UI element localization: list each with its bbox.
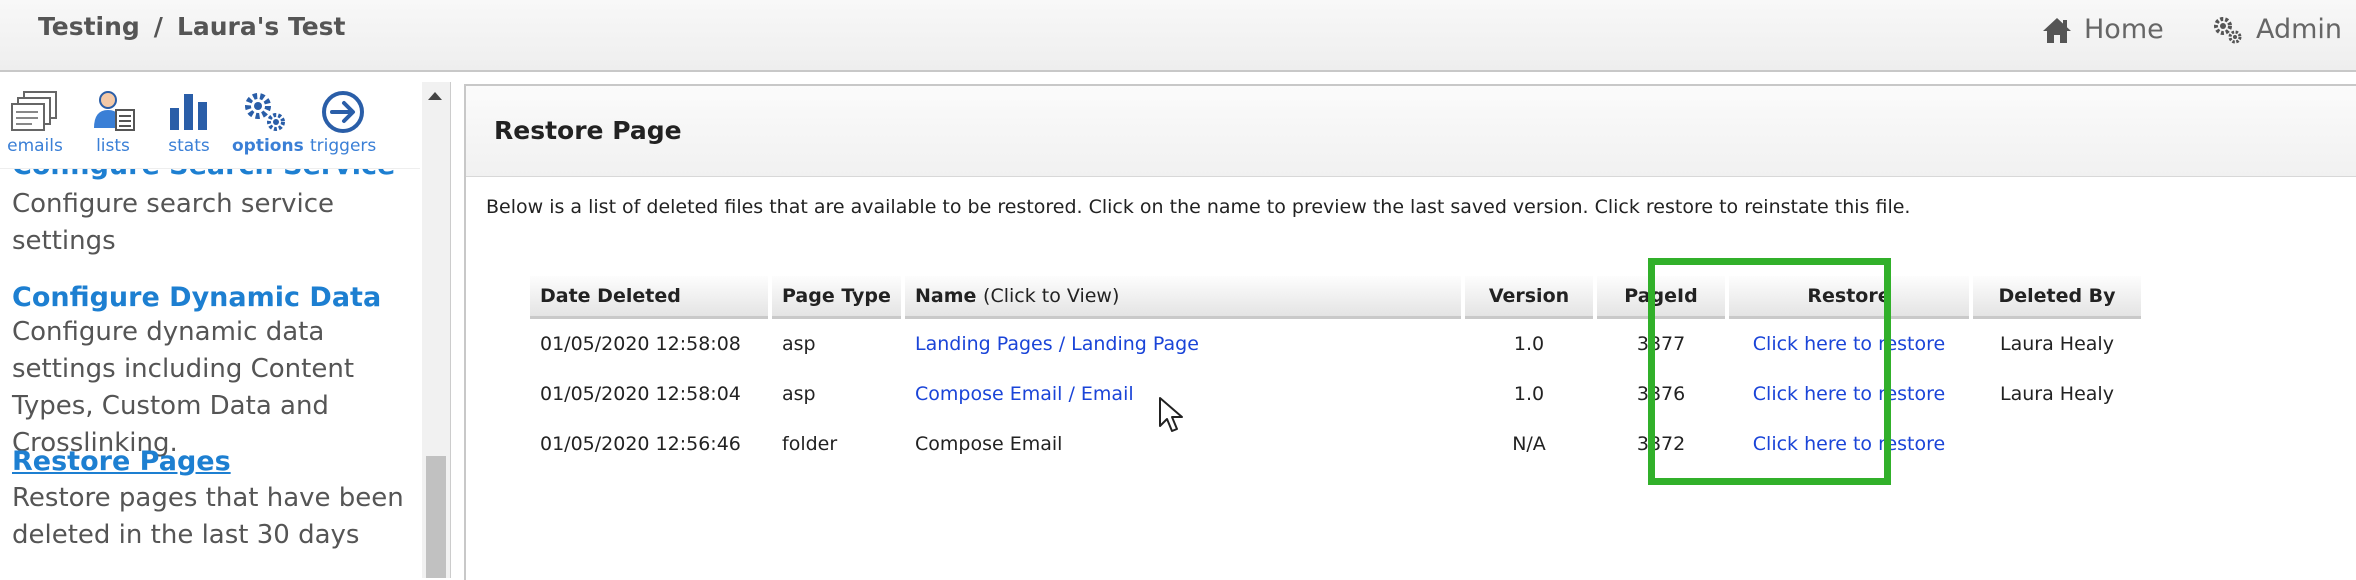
panel-header: Restore Page (466, 86, 2356, 177)
cell-version: 1.0 (1513, 333, 1545, 355)
mouse-cursor-icon (1159, 397, 1183, 432)
tool-label: lists (96, 136, 130, 156)
tool-triggers[interactable]: triggers (310, 90, 376, 156)
sidebar-item-restore-pages[interactable]: Restore Pages (12, 446, 231, 477)
cell-pageid: 3877 (1636, 333, 1686, 355)
gear-icon (245, 93, 285, 131)
deleted-files-table: Date Deleted Page Type Name (Click to Vi… (526, 276, 2145, 469)
admin-label: Admin (2256, 14, 2343, 45)
col-date-deleted: Date Deleted (530, 276, 768, 319)
cell-type: asp (782, 333, 816, 355)
tool-emails[interactable]: emails (2, 90, 68, 156)
col-page-type: Page Type (772, 276, 901, 319)
cell-pageid: 3876 (1636, 383, 1686, 405)
cell-restore: Click here to restore (1729, 419, 1969, 469)
gears-icon (2214, 16, 2242, 43)
cell-name: Landing Pages / Landing Page (905, 319, 1461, 369)
cell-deleted-by: Laura Healy (2000, 333, 2114, 355)
intro-text: Below is a list of deleted files that ar… (486, 196, 1911, 218)
col-name-label: Name (915, 285, 977, 307)
breadcrumb-item-current[interactable]: Laura's Test (177, 12, 346, 41)
scroll-thumb[interactable] (426, 456, 446, 578)
home-link[interactable]: Home (2042, 14, 2164, 45)
lists-icon (94, 91, 135, 131)
cell-restore: Click here to restore (1729, 369, 1969, 419)
sidebar-item-configure-dynamic-data[interactable]: Configure Dynamic Data (12, 282, 381, 313)
col-restore: Restore (1729, 276, 1969, 319)
sidebar-item-desc: Configure search service settings (12, 189, 335, 256)
restore-link[interactable]: Click here to restore (1753, 333, 1945, 355)
tool-label: stats (168, 136, 210, 156)
cell-deleted-by (1973, 419, 2141, 469)
sidebar-scrollbar[interactable] (422, 82, 450, 578)
main-panel: Restore Page Below is a list of deleted … (464, 84, 2356, 580)
tool-label: emails (7, 136, 63, 156)
table-row: 01/05/2020 12:58:04 asp Compose Email / … (530, 369, 2141, 419)
cell-deleted-by: Laura Healy (2000, 383, 2114, 405)
cell-type: asp (782, 383, 816, 405)
cell-date: 01/05/2020 12:56:46 (540, 433, 741, 455)
tool-label: triggers (310, 136, 377, 156)
col-version: Version (1465, 276, 1593, 319)
cell-pageid: 3872 (1636, 433, 1686, 455)
breadcrumb-separator: / (153, 12, 163, 41)
cell-version: 1.0 (1513, 383, 1545, 405)
col-deleted-by: Deleted By (1973, 276, 2141, 319)
cell-date: 01/05/2020 12:58:08 (540, 333, 741, 355)
breadcrumb-item-testing[interactable]: Testing (38, 12, 140, 41)
cell-date: 01/05/2020 12:58:04 (540, 383, 741, 405)
scroll-up-arrow-icon[interactable] (428, 92, 442, 100)
cell-version: N/A (1512, 433, 1546, 455)
preview-link[interactable]: Compose Email / Email (915, 383, 1134, 405)
restore-link[interactable]: Click here to restore (1753, 433, 1945, 455)
tool-label: options (232, 136, 304, 156)
arrow-circle-icon (322, 91, 364, 133)
restore-link[interactable]: Click here to restore (1753, 383, 1945, 405)
col-name-note: (Click to View) (983, 285, 1120, 307)
breadcrumb: Testing / Laura's Test (38, 12, 346, 41)
admin-link[interactable]: Admin (2212, 14, 2342, 45)
tool-stats[interactable]: stats (156, 90, 222, 156)
home-label: Home (2084, 14, 2164, 45)
sidebar-item-desc: Configure dynamic data settings includin… (12, 317, 355, 458)
emails-icon (11, 91, 57, 131)
page-title: Restore Page (494, 116, 682, 145)
stats-icon (170, 94, 207, 130)
table-row: 01/05/2020 12:56:46 folder Compose Email… (530, 419, 2141, 469)
cell-type: folder (782, 433, 838, 455)
sidebar: Configure Search Service Configure searc… (0, 82, 451, 578)
col-pageid: PageId (1597, 276, 1725, 319)
cell-restore: Click here to restore (1729, 319, 1969, 369)
table-row: 01/05/2020 12:58:08 asp Landing Pages / … (530, 319, 2141, 369)
sidebar-item-desc: Restore pages that have been deleted in … (12, 483, 404, 550)
sidebar-toolbar: emails lists stats options triggers (0, 82, 420, 169)
tool-options[interactable]: options (232, 90, 304, 156)
col-name: Name (Click to View) (905, 276, 1461, 319)
preview-link[interactable]: Landing Pages / Landing Page (915, 333, 1199, 355)
table-header-row: Date Deleted Page Type Name (Click to Vi… (530, 276, 2141, 319)
top-bar: Testing / Laura's Test Home Admin (0, 0, 2356, 72)
home-icon (2043, 17, 2071, 43)
tool-lists[interactable]: lists (80, 90, 146, 156)
